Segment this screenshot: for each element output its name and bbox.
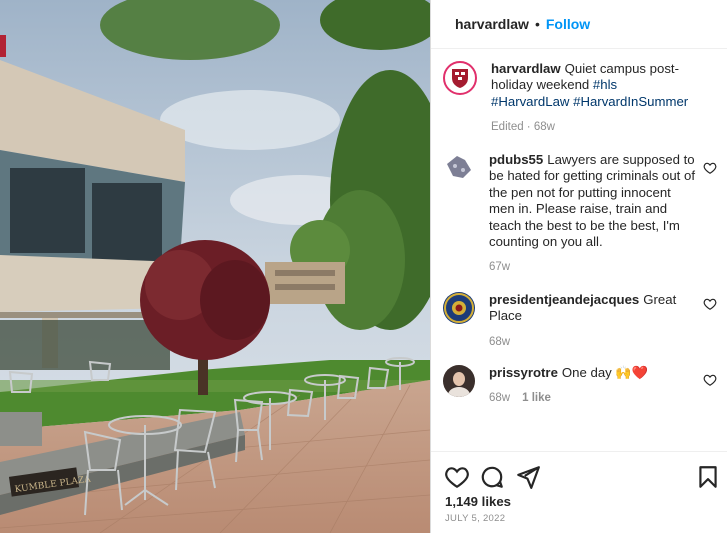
hashtag-harvardlaw[interactable]: #HarvardLaw [491,94,569,109]
comment-like-count[interactable]: 1 like [522,392,551,404]
comment-body: One day 🙌❤️ [561,365,649,380]
comment-bubble-icon[interactable] [479,464,505,490]
comment-text: prissyrotre One day 🙌❤️ 68w 1 like [489,365,717,407]
caption-text: harvardlaw Quiet campus post-holiday week… [491,61,717,136]
header-separator: • [534,16,540,32]
commenter-avatar[interactable] [443,365,475,397]
caption-meta: Edited · 68w [491,121,555,134]
share-send-icon[interactable] [515,464,541,490]
comment-item: pdubs55 Lawyers are supposed to be hated … [443,152,717,276]
comment-username[interactable]: prissyrotre [489,365,558,380]
like-comment-heart-icon[interactable] [703,373,717,387]
comment-time: 68w [489,392,511,405]
caption-username[interactable]: harvardlaw [491,61,561,76]
like-comment-heart-icon[interactable] [703,161,717,175]
comment-time: 68w [489,335,511,348]
puzzle-avatar-icon [447,156,471,178]
comment-username[interactable]: pdubs55 [489,152,543,167]
profile-photo-icon [443,365,475,397]
post-date[interactable]: JULY 5, 2022 [445,513,505,524]
commenter-avatar[interactable] [443,292,475,324]
comment-text: pdubs55 Lawyers are supposed to be hated … [489,152,717,276]
post-actions-bar: 1,149 likes JULY 5, 2022 [431,451,727,534]
hashtag-harvardinsummer[interactable]: #HarvardInSummer [573,94,688,109]
comment-username[interactable]: presidentjeandejacques [489,292,639,307]
like-comment-heart-icon[interactable] [703,297,717,311]
post-header: harvardlaw • Follow [431,0,727,49]
like-heart-icon[interactable] [444,464,470,490]
likes-count[interactable]: 1,149 likes [445,494,511,509]
caption-item: harvardlaw Quiet campus post-holiday week… [443,61,717,136]
campus-photo: KUMBLE PLAZA [0,0,430,533]
presidential-seal-icon [444,293,474,323]
commenter-avatar[interactable] [443,152,475,184]
comment-time: 67w [489,261,511,274]
hashtag-hls[interactable]: #hls [593,77,617,92]
follow-button[interactable]: Follow [546,16,590,32]
harvard-shield-icon [452,69,468,88]
author-username[interactable]: harvardlaw [455,16,529,32]
post-detail-panel: harvardlaw • Follow harvardlaw Quiet camp… [430,0,727,533]
post-photo[interactable]: KUMBLE PLAZA [0,0,430,533]
comment-item: presidentjeandejacques Great Place 68w [443,292,717,350]
save-bookmark-icon[interactable] [695,464,721,490]
author-avatar[interactable] [443,61,477,95]
comment-text: presidentjeandejacques Great Place 68w [489,292,717,350]
comments-list[interactable]: harvardlaw Quiet campus post-holiday week… [431,49,727,449]
comment-item: prissyrotre One day 🙌❤️ 68w 1 like [443,365,717,407]
comment-meta: 68w 1 like [489,390,695,406]
